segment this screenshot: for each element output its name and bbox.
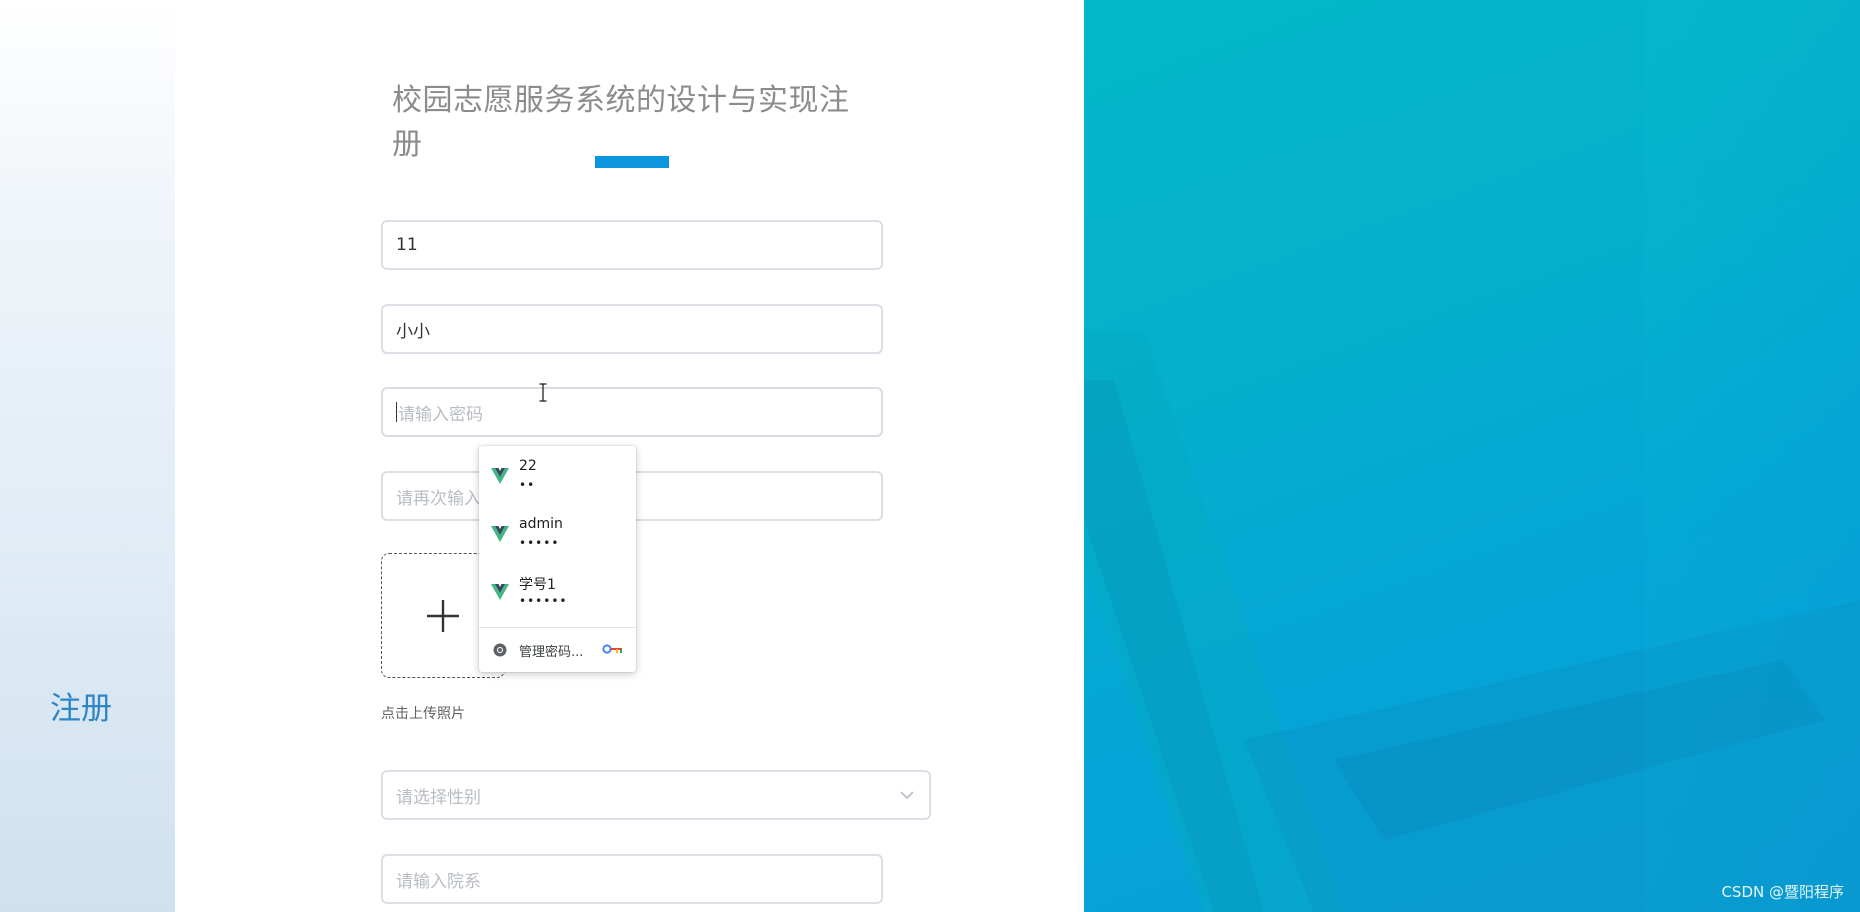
left-decor-strip bbox=[0, 0, 175, 912]
watermark: CSDN @暨阳程序 bbox=[1721, 883, 1844, 901]
department-input[interactable]: 请输入院系 bbox=[381, 854, 883, 904]
department-placeholder: 请输入院系 bbox=[396, 871, 481, 892]
laptop-background-illustration bbox=[1084, 0, 1860, 912]
autofill-masked-password: •• bbox=[519, 478, 536, 492]
name-input-value: 小小 bbox=[396, 321, 430, 342]
vue-logo-icon bbox=[491, 526, 509, 542]
vue-logo-icon bbox=[491, 584, 509, 600]
background-image-panel: CSDN @暨阳程序 bbox=[1084, 0, 1860, 912]
text-caret bbox=[396, 402, 397, 422]
plus-icon bbox=[427, 599, 459, 632]
autofill-username: 学号1 bbox=[519, 577, 556, 593]
password-input[interactable]: 请输入密码 bbox=[381, 387, 883, 437]
vue-logo-icon bbox=[491, 468, 509, 484]
autofill-item[interactable]: 学号1 •••••• bbox=[479, 562, 636, 620]
key-icon bbox=[602, 644, 622, 654]
manage-passwords-label: 管理密码... bbox=[519, 645, 584, 660]
autofill-masked-password: •••••• bbox=[519, 594, 568, 608]
password-placeholder: 请输入密码 bbox=[398, 404, 483, 425]
account-input-value: 11 bbox=[396, 235, 418, 255]
gender-placeholder: 请选择性别 bbox=[396, 787, 481, 808]
title-underline bbox=[595, 156, 669, 168]
password-autofill-popup: 22 •• admin ••••• 学号1 •••••• 管理密码... bbox=[479, 446, 636, 672]
confirm-password-placeholder: 请再次输入 bbox=[396, 488, 481, 509]
chrome-icon bbox=[493, 643, 507, 657]
side-title: 注册 bbox=[50, 691, 112, 727]
text-cursor-icon bbox=[539, 383, 547, 402]
manage-passwords-item[interactable]: 管理密码... bbox=[479, 628, 636, 672]
account-input[interactable]: 11 bbox=[381, 220, 883, 270]
name-input[interactable]: 小小 bbox=[381, 304, 883, 354]
upload-hint: 点击上传照片 bbox=[381, 706, 465, 722]
autofill-username: 22 bbox=[519, 458, 537, 474]
autofill-item[interactable]: admin ••••• bbox=[479, 504, 636, 562]
gender-select[interactable]: 请选择性别 bbox=[381, 770, 931, 820]
autofill-username: admin bbox=[519, 516, 563, 532]
form-title: 校园志愿服务系统的设计与实现注册 bbox=[392, 83, 850, 162]
autofill-item[interactable]: 22 •• bbox=[479, 446, 636, 504]
chevron-down-icon bbox=[900, 791, 914, 800]
autofill-masked-password: ••••• bbox=[519, 536, 560, 550]
